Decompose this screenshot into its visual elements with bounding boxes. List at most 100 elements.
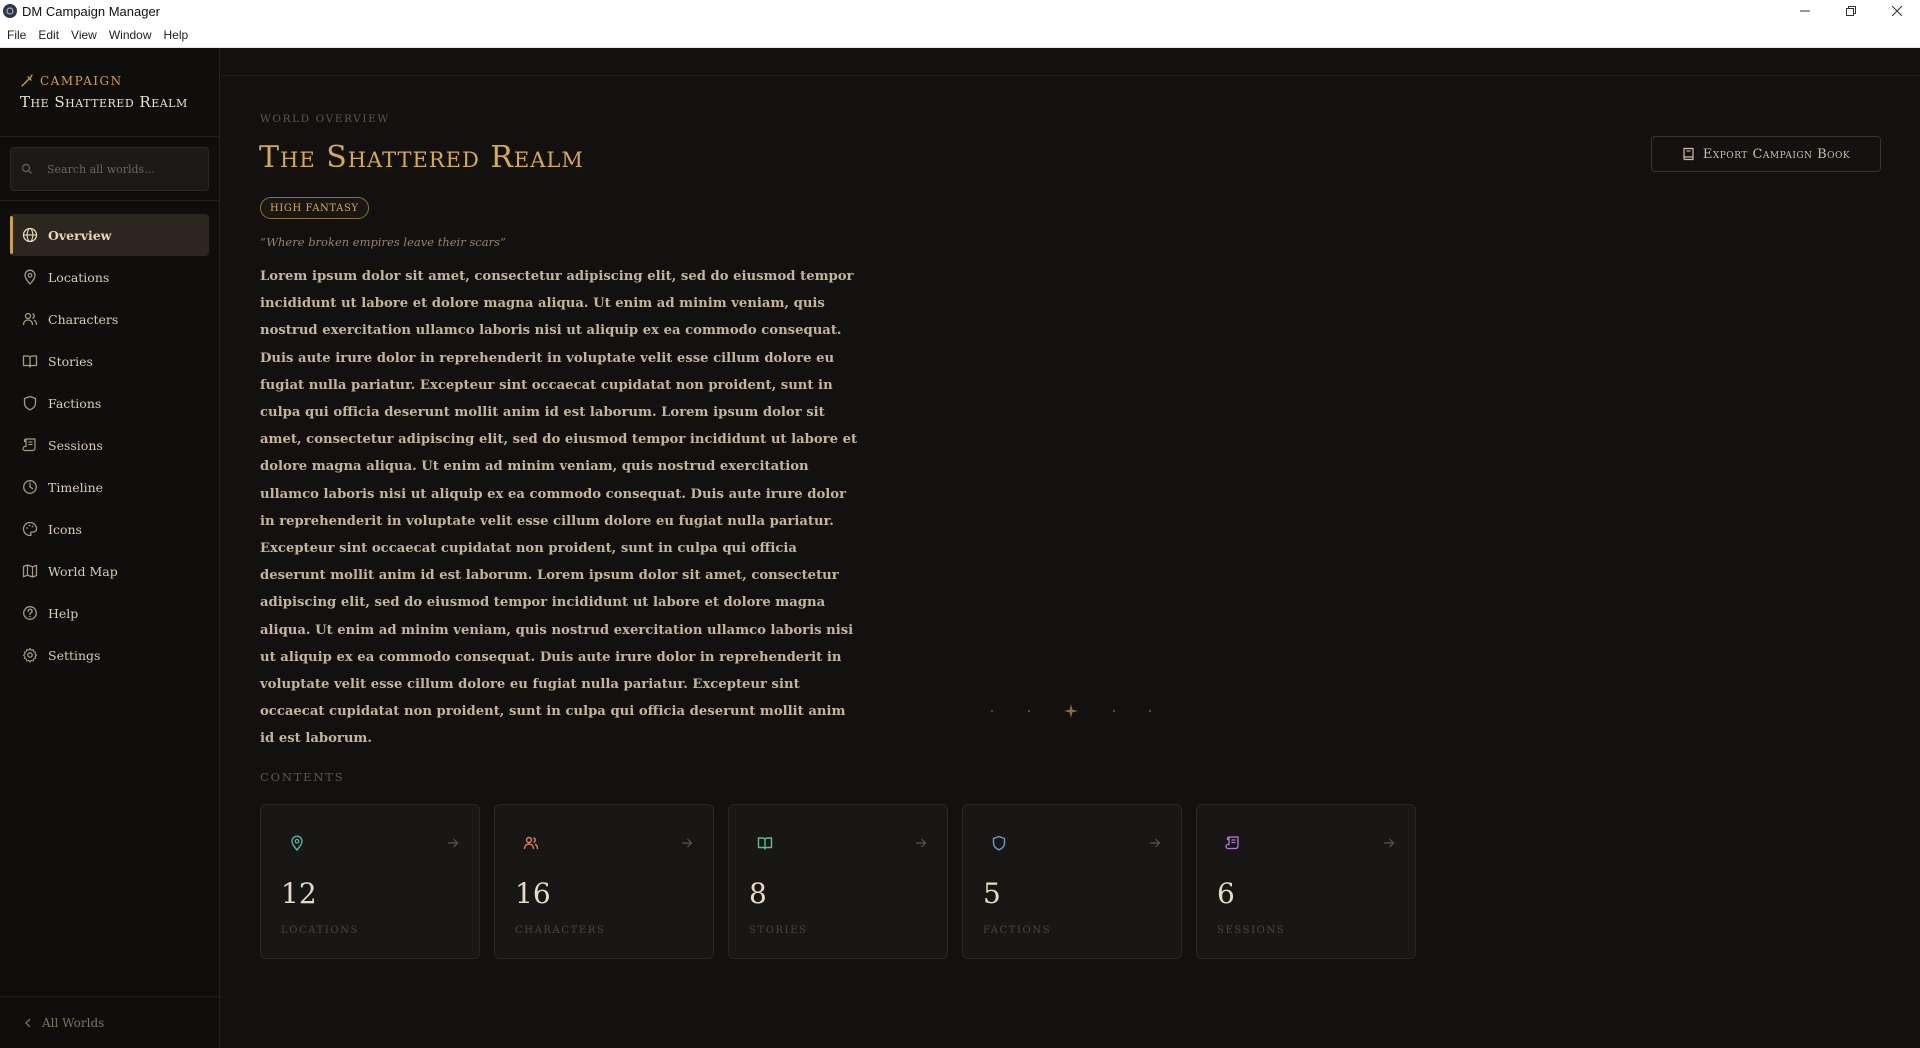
help-circle-icon xyxy=(23,606,37,620)
genre-badge: HIGH FANTASY xyxy=(260,197,369,219)
arrow-right-icon xyxy=(448,838,459,848)
top-divider xyxy=(221,75,1920,76)
sidebar-item-label: World Map xyxy=(48,563,118,579)
map-pin-icon xyxy=(24,269,36,285)
sidebar-item-sessions[interactable]: Sessions xyxy=(10,424,209,466)
sidebar-item-timeline[interactable]: Timeline xyxy=(10,466,209,508)
ornament-divider xyxy=(991,704,1151,718)
sidebar-item-help[interactable]: Help xyxy=(10,592,209,634)
arrow-right-icon xyxy=(1150,838,1161,848)
scroll-icon xyxy=(22,438,36,452)
close-button[interactable] xyxy=(1874,0,1920,22)
sparkle-icon xyxy=(1064,704,1078,718)
gear-icon xyxy=(22,647,38,663)
sidebar-item-label: Icons xyxy=(48,521,82,537)
menu-help[interactable]: Help xyxy=(158,28,195,42)
map-pin-icon xyxy=(291,835,303,851)
users-icon xyxy=(523,836,539,850)
search-box[interactable] xyxy=(10,147,209,191)
sidebar-item-label: Timeline xyxy=(48,479,104,495)
menu-window[interactable]: Window xyxy=(103,28,158,42)
restore-button[interactable] xyxy=(1828,0,1874,22)
export-campaign-book-button[interactable]: Export Campaign Book xyxy=(1651,136,1881,172)
sidebar-item-characters[interactable]: Characters xyxy=(10,298,209,340)
sidebar-item-label: Sessions xyxy=(48,437,103,453)
card-count: 5 xyxy=(983,877,1001,910)
main-content: World Overview The Shattered Realm Expor… xyxy=(221,48,1920,1048)
sidebar-item-label: Characters xyxy=(48,311,119,327)
card-stories[interactable]: 8 Stories xyxy=(728,804,948,959)
card-count: 6 xyxy=(1217,877,1235,910)
search-icon xyxy=(21,163,32,174)
sidebar-item-label: Overview xyxy=(48,227,112,243)
divider-dot xyxy=(1112,710,1115,712)
globe-icon xyxy=(22,227,38,243)
restore-icon xyxy=(1846,6,1856,16)
app-logo-icon xyxy=(3,4,17,18)
contents-heading: Contents xyxy=(260,770,345,784)
card-count: 12 xyxy=(281,877,317,910)
shield-icon xyxy=(992,835,1006,851)
card-factions[interactable]: 5 Factions xyxy=(962,804,1182,959)
sidebar-nav: Overview Locations Characters Stories Fa… xyxy=(0,201,219,676)
minimize-button[interactable] xyxy=(1782,0,1828,22)
sidebar-item-locations[interactable]: Locations xyxy=(10,256,209,298)
divider-dot xyxy=(991,710,993,712)
book-open-icon xyxy=(22,355,38,368)
export-label: Export Campaign Book xyxy=(1702,146,1851,162)
shield-icon xyxy=(23,395,37,411)
clock-icon xyxy=(23,480,37,494)
menu-edit[interactable]: Edit xyxy=(32,28,65,42)
book-open-icon xyxy=(757,837,773,850)
card-label: Stories xyxy=(749,925,808,936)
sidebar-item-factions[interactable]: Factions xyxy=(10,382,209,424)
arrow-right-icon xyxy=(682,838,693,848)
card-label: Locations xyxy=(281,925,359,936)
menu-bar: File Edit View Window Help xyxy=(0,22,1920,48)
divider-dot xyxy=(1149,710,1151,712)
title-bar: DM Campaign Manager xyxy=(0,0,1920,22)
all-worlds-link[interactable]: All Worlds xyxy=(0,996,219,1048)
sidebar: Campaign The Shattered Realm Overview Lo… xyxy=(0,48,220,1048)
minimize-icon xyxy=(1800,10,1810,12)
sidebar-item-label: Help xyxy=(48,605,79,621)
contents-cards: 12 Locations 16 Characters 8 Stories 5 F… xyxy=(260,804,1416,959)
quill-icon xyxy=(21,74,33,87)
sidebar-item-label: Locations xyxy=(48,269,110,285)
sidebar-item-label: Settings xyxy=(48,647,101,663)
book-icon xyxy=(1683,147,1694,161)
card-label: Factions xyxy=(983,925,1052,936)
all-worlds-label: All Worlds xyxy=(42,1015,105,1030)
page-title: The Shattered Realm xyxy=(259,140,584,175)
sidebar-item-settings[interactable]: Settings xyxy=(10,634,209,676)
menu-file[interactable]: File xyxy=(0,28,32,42)
world-tagline: “Where broken empires leave their scars” xyxy=(260,235,506,249)
card-label: Sessions xyxy=(1217,925,1286,936)
palette-icon xyxy=(22,521,38,537)
sidebar-item-world-map[interactable]: World Map xyxy=(10,550,209,592)
sidebar-item-icons[interactable]: Icons xyxy=(10,508,209,550)
card-count: 16 xyxy=(515,877,551,910)
campaign-label: Campaign xyxy=(40,74,123,88)
card-count: 8 xyxy=(749,877,767,910)
card-locations[interactable]: 12 Locations xyxy=(260,804,480,959)
chevron-left-icon xyxy=(25,1018,31,1027)
map-icon xyxy=(22,564,38,578)
arrow-right-icon xyxy=(1384,838,1395,848)
users-icon xyxy=(22,312,38,326)
sidebar-item-overview[interactable]: Overview xyxy=(10,214,209,256)
window-title: DM Campaign Manager xyxy=(22,3,161,19)
arrow-right-icon xyxy=(916,838,927,848)
card-sessions[interactable]: 6 Sessions xyxy=(1196,804,1416,959)
campaign-header: Campaign The Shattered Realm xyxy=(0,48,219,137)
sidebar-item-label: Stories xyxy=(48,353,93,369)
card-characters[interactable]: 16 Characters xyxy=(494,804,714,959)
page-overline: World Overview xyxy=(260,113,390,125)
close-icon xyxy=(1892,6,1902,16)
card-label: Characters xyxy=(515,925,606,936)
world-description: Lorem ipsum dolor sit amet, consectetur … xyxy=(260,269,858,747)
scroll-icon xyxy=(1225,836,1239,850)
menu-view[interactable]: View xyxy=(65,28,103,42)
search-input[interactable] xyxy=(47,162,187,176)
sidebar-item-stories[interactable]: Stories xyxy=(10,340,209,382)
